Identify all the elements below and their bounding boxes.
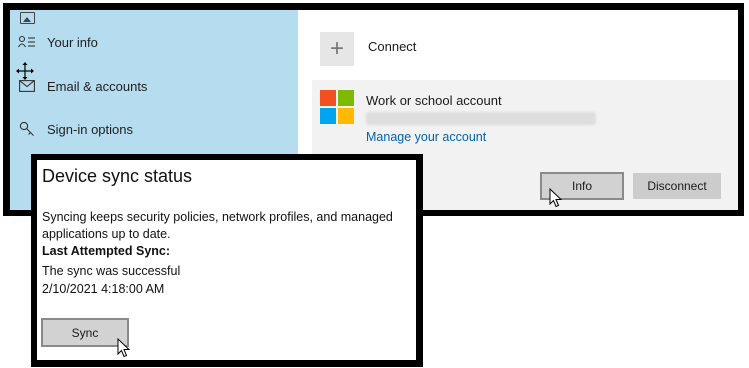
- mail-icon: [18, 77, 36, 95]
- account-email-redacted: [366, 112, 596, 125]
- sync-description-line1: Syncing keeps security policies, network…: [42, 210, 393, 224]
- connect-label[interactable]: Connect: [368, 39, 416, 54]
- sync-button[interactable]: Sync: [41, 318, 129, 347]
- popup-title: Device sync status: [42, 166, 193, 186]
- sync-button-label: Sync: [71, 325, 99, 340]
- account-title: Work or school account: [366, 93, 502, 108]
- manage-account-link[interactable]: Manage your account: [366, 130, 486, 144]
- person-list-icon: [18, 33, 36, 51]
- mouse-pointer-icon: [117, 337, 131, 358]
- info-button-label: Info: [571, 179, 592, 193]
- connect-button[interactable]: +: [320, 32, 354, 66]
- sidebar-item-email-accounts[interactable]: Email & accounts: [10, 71, 298, 101]
- sidebar-item-label: Email & accounts: [47, 78, 148, 94]
- picture-icon: [20, 12, 35, 24]
- last-sync-label: Last Attempted Sync:: [42, 244, 171, 258]
- microsoft-logo-icon: [320, 90, 354, 124]
- sidebar-item-label: Your info: [47, 34, 98, 50]
- sidebar-item-label: Sign-in options: [47, 121, 133, 137]
- sync-timestamp: 2/10/2021 4:18:00 AM: [42, 282, 165, 296]
- sidebar-item-your-info[interactable]: Your info: [10, 27, 298, 57]
- key-icon: [18, 120, 36, 138]
- disconnect-button-label: Disconnect: [647, 179, 707, 193]
- sync-description-line2: applications up to date.: [42, 227, 171, 241]
- sync-status-text: The sync was successful: [42, 264, 181, 278]
- sidebar-item-sign-in-options[interactable]: Sign-in options: [10, 114, 298, 144]
- mouse-pointer-icon: [549, 187, 563, 208]
- disconnect-button[interactable]: Disconnect: [633, 173, 721, 199]
- plus-icon: +: [329, 35, 344, 62]
